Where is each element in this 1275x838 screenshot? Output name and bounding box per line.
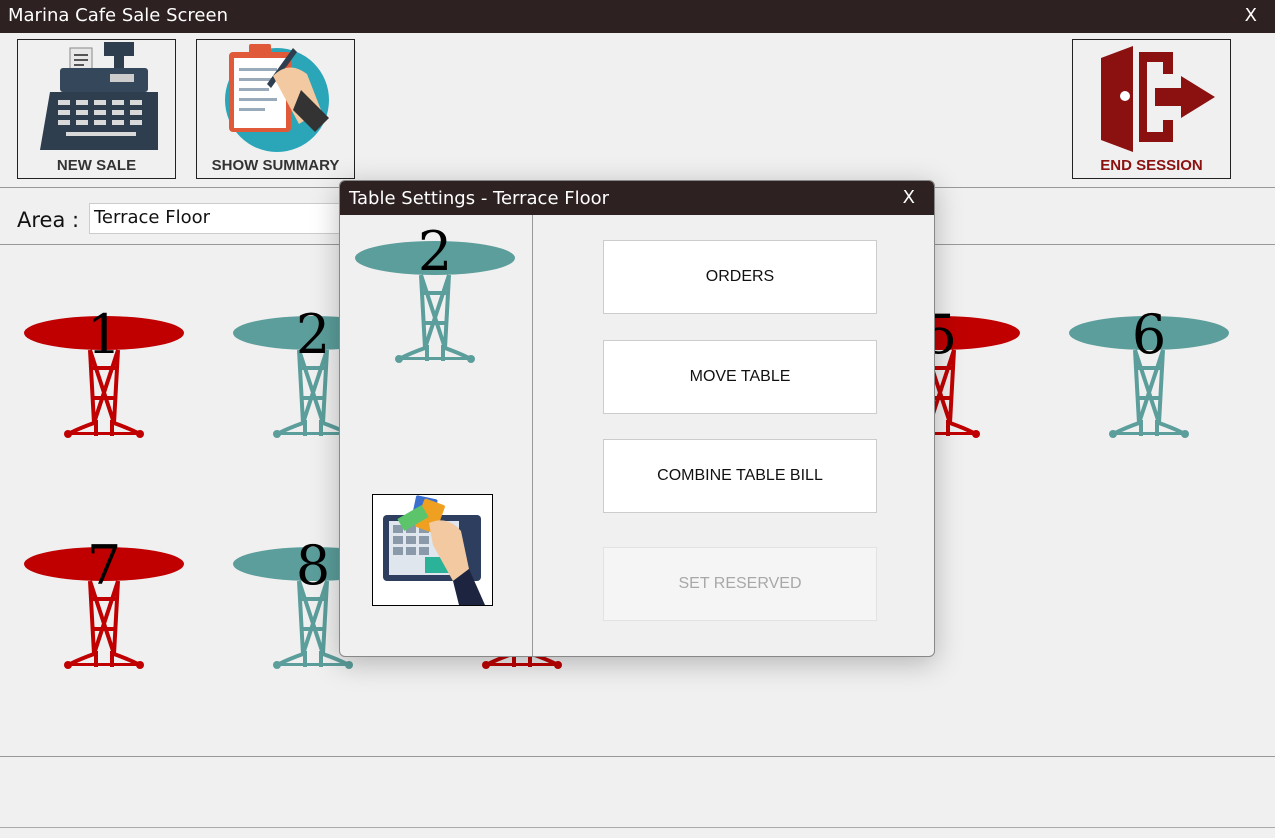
exit-door-icon <box>1101 46 1215 152</box>
new-sale-button[interactable]: NEW SALE <box>17 39 176 179</box>
dialog-close-button[interactable]: X <box>903 187 915 208</box>
orders-button[interactable]: ORDERS <box>603 240 877 314</box>
status-bar <box>0 827 1275 838</box>
payment-terminal-icon <box>383 495 485 605</box>
window-close-button[interactable]: X <box>1245 5 1257 26</box>
dialog-titlebar: Table Settings - Terrace Floor X <box>340 181 934 215</box>
table-7[interactable]: 7 <box>24 509 194 671</box>
dialog-title: Table Settings - Terrace Floor <box>349 188 610 209</box>
show-summary-button[interactable]: SHOW SUMMARY <box>196 39 355 179</box>
combine-table-bill-button[interactable]: COMBINE TABLE BILL <box>603 439 877 513</box>
end-session-button[interactable]: END SESSION <box>1072 39 1231 179</box>
dialog-table-panel: 2 <box>340 215 533 656</box>
area-select[interactable]: Terrace Floor <box>89 203 349 234</box>
table-number: 1 <box>86 303 122 366</box>
table-6[interactable]: 6 <box>1069 278 1239 440</box>
set-reserved-button[interactable]: SET RESERVED <box>603 547 877 621</box>
payment-button[interactable] <box>372 494 493 606</box>
window-title: Marina Cafe Sale Screen <box>8 5 228 26</box>
clipboard-summary-icon <box>225 44 329 152</box>
table-settings-dialog: Table Settings - Terrace Floor X 2 ORDER… <box>339 180 935 657</box>
table-number: 7 <box>86 534 122 597</box>
dialog-table-number: 2 <box>417 220 453 283</box>
table-number: 6 <box>1131 303 1167 366</box>
new-sale-label: NEW SALE <box>56 157 137 174</box>
table-1[interactable]: 1 <box>24 278 194 440</box>
end-session-label: END SESSION <box>1100 157 1203 174</box>
area-label: Area : <box>17 208 80 232</box>
show-summary-label: SHOW SUMMARY <box>211 157 340 174</box>
move-table-button[interactable]: MOVE TABLE <box>603 340 877 414</box>
cash-register-icon <box>40 42 158 150</box>
window-titlebar: Marina Cafe Sale Screen X <box>0 0 1275 33</box>
